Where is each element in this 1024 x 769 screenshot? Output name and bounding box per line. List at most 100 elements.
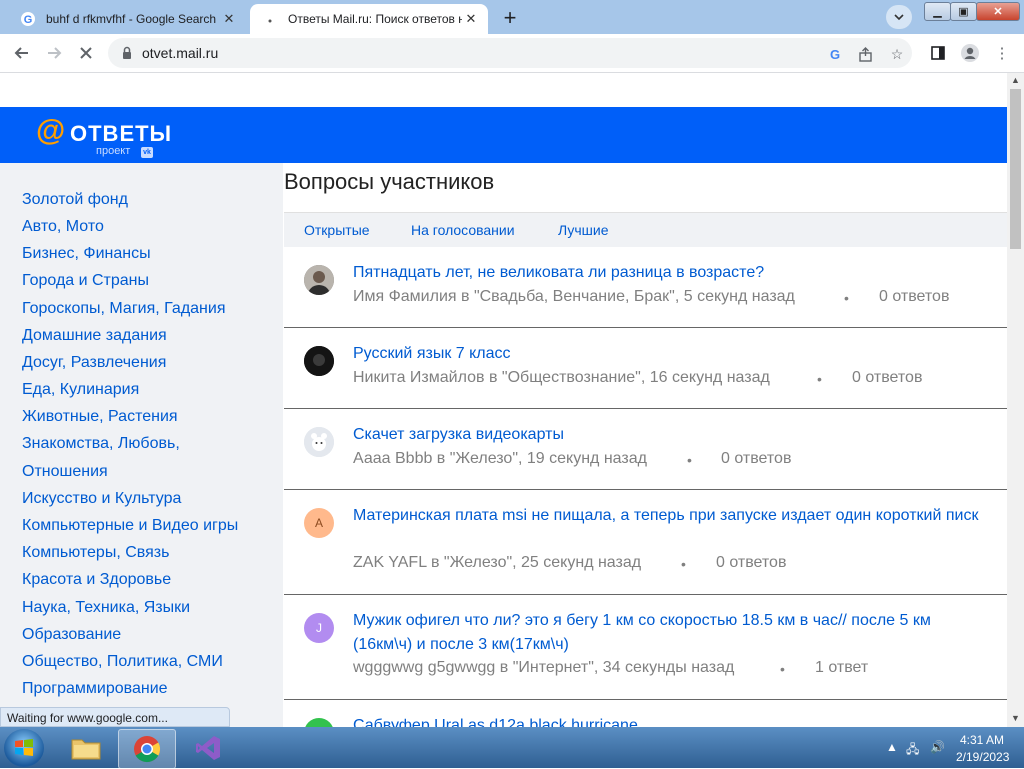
avatar[interactable]: A — [304, 508, 334, 538]
tab-voting[interactable]: На голосовании — [411, 222, 515, 238]
chrome-icon — [134, 736, 161, 763]
question-meta: Никита Измайлов в "Обществознание", 16 с… — [353, 369, 770, 386]
question-filter-tabs: Открытые На голосовании Лучшие — [284, 212, 1007, 248]
answer-count[interactable]: 1 ответ — [815, 659, 868, 677]
share-icon[interactable] — [854, 43, 876, 65]
category-link[interactable]: Компьютерные и Видео игры — [22, 517, 238, 535]
minimize-button[interactable]: ▁ — [924, 2, 951, 21]
avatar[interactable] — [304, 718, 334, 727]
page-scrollbar[interactable]: ▲ ▼ — [1007, 73, 1024, 727]
question-title[interactable]: Русский язык 7 класс — [353, 342, 983, 366]
category-link[interactable]: Бизнес, Финансы — [22, 245, 151, 263]
network-icon[interactable]: 🖧 — [906, 740, 919, 761]
avatar[interactable]: J — [304, 613, 334, 643]
show-hidden-icons-icon[interactable]: ▲ — [886, 740, 898, 754]
file-explorer-taskbar-button[interactable] — [58, 729, 114, 767]
answer-count[interactable]: 0 ответов — [716, 554, 786, 572]
category-link[interactable]: Еда, Кулинария — [22, 381, 139, 399]
category-link[interactable]: Авто, Мото — [22, 218, 104, 236]
close-window-button[interactable]: ✕ — [976, 2, 1020, 21]
category-link[interactable]: Знакомства, Любовь, — [22, 435, 180, 453]
tab-best[interactable]: Лучшие — [558, 222, 608, 238]
category-link[interactable]: Образование — [22, 626, 121, 644]
volume-icon[interactable]: 🔊 — [930, 740, 945, 754]
question-title[interactable]: Скачет загрузка видеокарты — [353, 423, 983, 447]
close-icon[interactable]: ✕ — [220, 10, 238, 28]
close-icon[interactable]: ✕ — [462, 10, 480, 28]
category-link[interactable]: Домашние задания — [22, 327, 167, 345]
question-title[interactable]: Мужик офигел что ли? это я бегу 1 км со … — [353, 609, 983, 657]
category-link[interactable]: Золотой фонд — [22, 191, 128, 209]
at-sign-icon: @ — [36, 114, 66, 147]
question-title[interactable]: Пятнадцать лет, не великовата ли разница… — [353, 261, 983, 285]
browser-toolbar: otvet.mail.ru G ☆ ⋮ — [0, 34, 1024, 73]
separator-dot: • — [687, 452, 692, 468]
tab-search-button[interactable] — [886, 5, 912, 29]
scroll-up-icon[interactable]: ▲ — [1011, 75, 1020, 85]
kebab-menu-icon[interactable]: ⋮ — [990, 41, 1014, 65]
back-button[interactable] — [10, 41, 34, 65]
clock-time[interactable]: 4:31 AM — [960, 733, 1004, 747]
category-link[interactable]: Красота и Здоровье — [22, 571, 171, 589]
google-lens-icon[interactable]: G — [824, 43, 846, 65]
site-header: @ ОТВЕТЫ проект vk — [0, 107, 1007, 163]
forward-button[interactable] — [42, 41, 66, 65]
category-sidebar: Золотой фонд Авто, Мото Бизнес, Финансы … — [0, 163, 283, 727]
question-item: A Материнская плата msi не пищала, а теп… — [284, 490, 1007, 595]
url-text: otvet.mail.ru — [142, 45, 219, 61]
question-item: Сабвуфер Ural as d12a black hurricane — [284, 700, 1007, 727]
page-title: Вопросы участников — [284, 169, 495, 194]
question-title[interactable]: Сабвуфер Ural as d12a black hurricane — [353, 714, 983, 727]
loading-icon — [262, 11, 278, 27]
question-item: Скачет загрузка видеокарты Аааа Bbbb в "… — [284, 409, 1007, 490]
scroll-down-icon[interactable]: ▼ — [1011, 713, 1020, 723]
avatar[interactable] — [304, 427, 334, 457]
category-link[interactable]: Животные, Растения — [22, 408, 178, 426]
question-meta: ZAK YAFL в "Железо", 25 секунд назад — [353, 554, 642, 571]
stop-loading-button[interactable] — [74, 41, 98, 65]
avatar[interactable] — [304, 346, 334, 376]
new-tab-button[interactable]: + — [498, 5, 522, 30]
system-tray: ▲ 🖧 🔊 4:31 AM 2/19/2023 — [880, 727, 1024, 768]
logo-subtitle: проект — [96, 145, 131, 157]
start-button[interactable] — [4, 729, 44, 767]
question-meta: Имя Фамилия в "Свадьба, Венчание, Брак",… — [353, 288, 795, 305]
answer-count[interactable]: 0 ответов — [879, 288, 949, 306]
category-link[interactable]: Программирование — [22, 680, 168, 698]
otvety-logo[interactable]: @ ОТВЕТЫ проект vk — [36, 115, 196, 159]
category-link[interactable]: Города и Страны — [22, 272, 149, 290]
maximize-button[interactable]: ▣ — [950, 2, 977, 21]
profile-icon[interactable] — [958, 41, 982, 65]
address-bar[interactable]: otvet.mail.ru G ☆ — [108, 38, 912, 68]
arrow-left-icon — [14, 47, 28, 59]
answer-count[interactable]: 0 ответов — [852, 369, 922, 387]
side-panel-icon[interactable] — [926, 41, 950, 65]
questions-panel: Вопросы участников Открытые На голосован… — [284, 163, 1007, 727]
question-meta: Аааа Bbbb в "Железо", 19 секунд назад — [353, 450, 647, 467]
answer-count[interactable]: 0 ответов — [721, 450, 791, 468]
tab-otvet-mail[interactable]: Ответы Mail.ru: Поиск ответов н ✕ — [250, 4, 488, 34]
category-link[interactable]: Компьютеры, Связь — [22, 544, 169, 562]
bookmark-star-icon[interactable]: ☆ — [886, 43, 908, 65]
category-link[interactable]: Искусство и Культура — [22, 490, 181, 508]
category-link[interactable]: Гороскопы, Магия, Гадания — [22, 300, 226, 318]
visual-studio-taskbar-button[interactable] — [180, 729, 236, 767]
tab-title: buhf d rfkmvfhf - Google Search — [46, 12, 217, 26]
folder-icon — [71, 739, 101, 760]
question-item: Русский язык 7 класс Никита Измайлов в "… — [284, 328, 1007, 409]
question-title[interactable]: Материнская плата msi не пищала, а тепер… — [353, 504, 983, 528]
tab-open[interactable]: Открытые — [304, 222, 370, 238]
chrome-taskbar-button[interactable] — [118, 729, 176, 769]
category-link[interactable]: Наука, Техника, Языки — [22, 599, 190, 617]
category-link[interactable]: Досуг, Развлечения — [22, 354, 166, 372]
tab-strip: G buhf d rfkmvfhf - Google Search ✕ Отве… — [0, 0, 1024, 34]
clock-date[interactable]: 2/19/2023 — [956, 750, 1009, 764]
category-link[interactable]: Общество, Политика, СМИ — [22, 653, 223, 671]
category-link[interactable]: Отношения — [22, 463, 108, 481]
arrow-right-icon — [48, 47, 62, 59]
tab-google-search[interactable]: G buhf d rfkmvfhf - Google Search ✕ — [8, 4, 246, 34]
avatar[interactable] — [304, 265, 334, 295]
separator-dot: • — [681, 556, 686, 572]
status-bubble: Waiting for www.google.com... — [0, 707, 230, 727]
scroll-thumb[interactable] — [1010, 89, 1021, 249]
